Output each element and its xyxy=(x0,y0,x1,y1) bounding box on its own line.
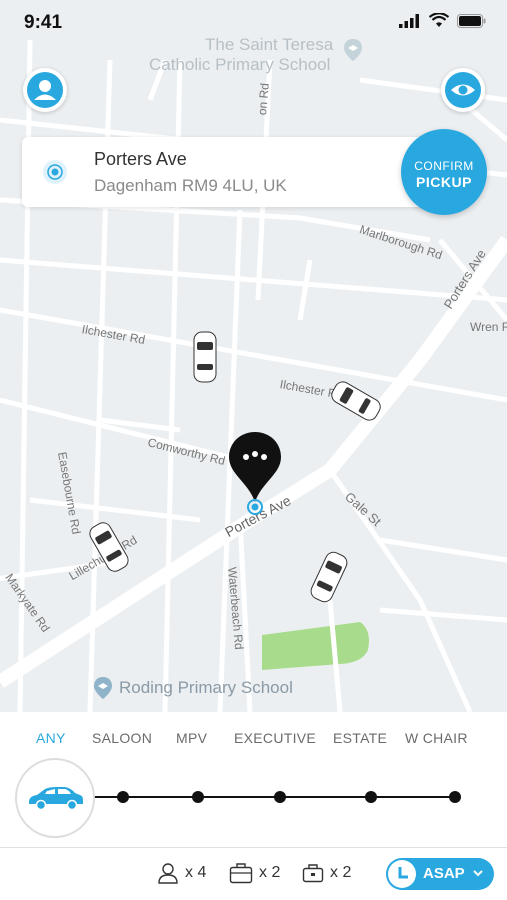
poi-saint-teresa-line2: Catholic Primary School xyxy=(149,55,331,74)
street-label-wren: Wren R xyxy=(470,320,507,334)
passenger-count[interactable]: x 4 xyxy=(157,862,206,884)
profile-button[interactable] xyxy=(23,68,67,112)
vehicle-tab-executive[interactable]: EXECUTIVE xyxy=(234,730,316,746)
luggage-count[interactable]: x 2 xyxy=(229,862,280,884)
hand-luggage-count[interactable]: x 2 xyxy=(302,862,351,884)
passenger-icon xyxy=(158,863,178,884)
street-label-on-rd: on Rd xyxy=(255,82,272,116)
cellular-signal-icon xyxy=(399,13,419,28)
luggage-count-label: x 2 xyxy=(259,864,281,881)
clock-icon xyxy=(398,867,408,879)
passenger-count-label: x 4 xyxy=(185,864,207,881)
chevron-down-icon xyxy=(473,870,483,877)
vehicle-tab-mpv[interactable]: MPV xyxy=(176,730,207,746)
wifi-icon xyxy=(429,13,449,27)
slider-stop-estate[interactable] xyxy=(365,791,377,803)
slider-stop-saloon[interactable] xyxy=(117,791,129,803)
vehicle-slider-handle[interactable] xyxy=(15,758,95,838)
pickup-time-selector[interactable]: ASAP xyxy=(386,858,494,890)
confirm-pickup-line2: PICKUP xyxy=(416,174,472,190)
briefcase-icon xyxy=(302,864,324,883)
pickup-address-card[interactable]: Porters Ave Dagenham RM9 4LU, UK xyxy=(22,137,442,207)
car-marker xyxy=(193,331,217,383)
slider-stop-mpv[interactable] xyxy=(192,791,204,803)
status-time: 9:41 xyxy=(24,12,63,33)
view-toggle-button[interactable] xyxy=(441,68,485,112)
suitcase-icon xyxy=(229,863,253,884)
confirm-pickup-button[interactable]: CONFIRM PICKUP xyxy=(401,129,487,215)
footer-divider xyxy=(0,847,507,848)
vehicle-tab-wchair[interactable]: W CHAIR xyxy=(405,730,468,746)
vehicle-tab-any[interactable]: ANY xyxy=(36,730,66,746)
battery-icon xyxy=(457,13,486,28)
status-bar: 9:41 xyxy=(0,0,507,44)
school-pin-icon xyxy=(94,677,112,699)
slider-stop-wchair[interactable] xyxy=(449,791,461,803)
eye-icon xyxy=(445,72,481,108)
pickup-address-title: Porters Ave xyxy=(94,149,187,169)
pickup-location-pin-icon[interactable] xyxy=(226,430,284,520)
vehicle-tab-saloon[interactable]: SALOON xyxy=(92,730,152,746)
map-roads xyxy=(0,39,507,712)
slider-stop-executive[interactable] xyxy=(274,791,286,803)
pickup-address-subtitle: Dagenham RM9 4LU, UK xyxy=(94,176,287,195)
location-dot-icon xyxy=(43,160,67,184)
confirm-pickup-line1: CONFIRM xyxy=(414,159,474,173)
park-area xyxy=(262,622,369,670)
car-icon xyxy=(29,787,83,811)
map-view[interactable]: The Saint Teresa Catholic Primary School… xyxy=(0,0,507,712)
user-avatar-icon xyxy=(27,72,63,108)
vehicle-tab-estate[interactable]: ESTATE xyxy=(333,730,387,746)
poi-roding-primary: Roding Primary School xyxy=(119,678,293,697)
booking-panel: ANY SALOON MPV EXECUTIVE ESTATE W CHAIR … xyxy=(0,712,507,900)
hand-luggage-count-label: x 2 xyxy=(330,864,352,881)
pickup-time-label: ASAP xyxy=(423,865,465,882)
vehicle-type-tabs: ANY SALOON MPV EXECUTIVE ESTATE W CHAIR xyxy=(0,730,507,750)
